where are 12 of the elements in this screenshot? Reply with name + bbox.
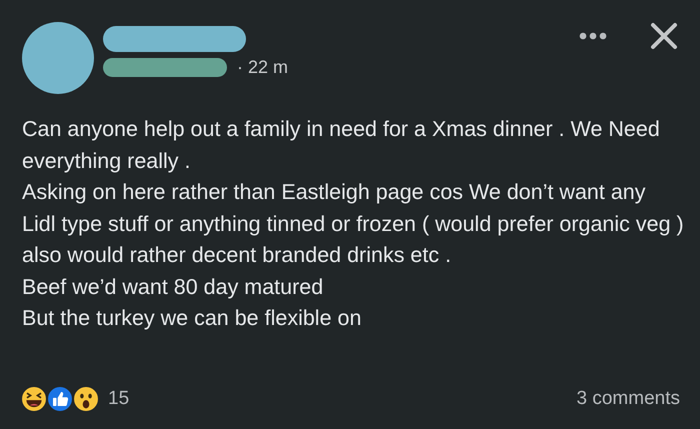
post-text: Asking on here rather than Eastleigh page cos We don’t want any Lidl type stuff or anything tinned or frozen ( would prefer organic veg ) also would rather decent branded drinks etc .: [22, 179, 684, 269]
surprised-emoji-icon[interactable]: [72, 385, 100, 413]
thumbs-up-icon[interactable]: [46, 385, 74, 413]
reaction-count[interactable]: 15: [108, 388, 130, 410]
more-options-icon[interactable]: [579, 32, 607, 40]
laughing-emoji-icon[interactable]: [20, 385, 48, 413]
post-time: · 22 m: [237, 57, 288, 78]
post-text: Beef we’d want 80 day matured: [22, 274, 324, 300]
comments-link[interactable]: 3 comments: [576, 388, 680, 410]
post-text: But the turkey we can be flexible on: [22, 305, 362, 332]
close-icon[interactable]: [650, 22, 678, 50]
post-text: Can anyone help out a family in need for a Xmas dinner . We Need everything really .: [22, 116, 661, 174]
